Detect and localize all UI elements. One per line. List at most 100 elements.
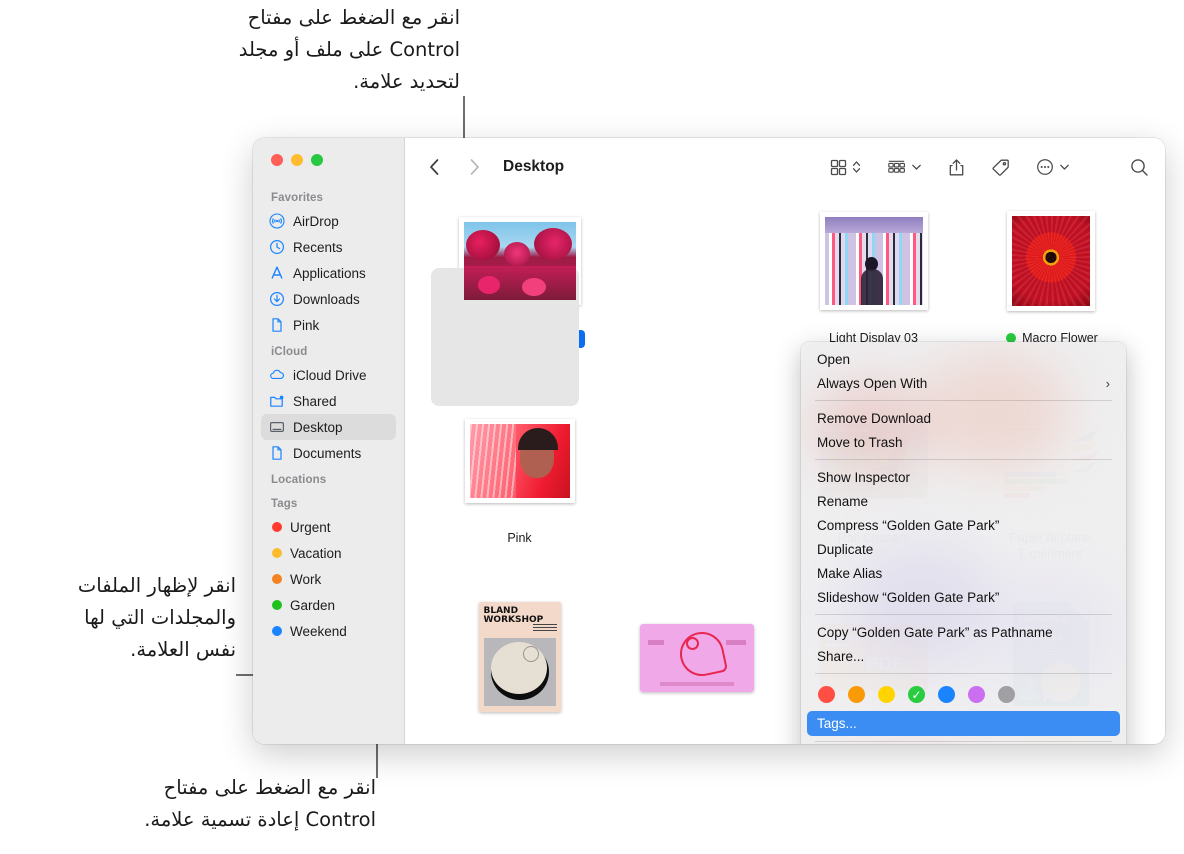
thumbnail-wrap: BLAND WORKSHOP <box>478 602 561 720</box>
sidebar-item-label: Shared <box>293 393 337 409</box>
more-chevron-icon[interactable] <box>1059 162 1070 172</box>
thumbnail[interactable] <box>464 419 575 503</box>
tag-color-purple[interactable] <box>968 686 985 703</box>
file-label[interactable]: Pink <box>507 530 531 546</box>
appstore-icon <box>269 265 285 281</box>
tag-color-orange[interactable] <box>848 686 865 703</box>
window-controls[interactable] <box>271 154 323 166</box>
search-button[interactable] <box>1130 158 1149 177</box>
sidebar-item-label: AirDrop <box>293 213 339 229</box>
sidebar-item-tag-vacation[interactable]: Vacation <box>261 540 396 566</box>
menu-item-show-inspector[interactable]: Show Inspector <box>801 465 1126 489</box>
group-by-icon[interactable] <box>887 159 906 176</box>
thumbnail[interactable] <box>819 212 928 310</box>
clock-icon <box>269 239 285 255</box>
menu-item-label: Compress “Golden Gate Park” <box>817 517 1000 533</box>
finder-window: Favorites AirDrop Recents Applications D… <box>253 138 1165 744</box>
tag-color-green[interactable] <box>908 686 925 703</box>
sidebar-group-favorites-title: Favorites <box>271 192 324 204</box>
chevron-right-icon: › <box>1105 375 1110 391</box>
callout-left-text: انقر لإظهار الملفات والمجلدات التي لها ن… <box>77 574 236 661</box>
minimize-button[interactable] <box>291 154 303 166</box>
thumbnail-wrap <box>819 202 928 320</box>
file-item-hidden-2[interactable] <box>622 402 772 602</box>
sidebar-item-tag-urgent[interactable]: Urgent <box>261 514 396 540</box>
menu-item-remove-download[interactable]: Remove Download <box>801 406 1126 430</box>
tag-button[interactable] <box>991 158 1010 177</box>
tag-color-gray[interactable] <box>998 686 1015 703</box>
view-chevron-icon[interactable] <box>852 159 861 175</box>
more-actions-control[interactable] <box>1036 158 1070 176</box>
menu-item-label: Make Alias <box>817 565 883 581</box>
sidebar-item-label: Recents <box>293 239 343 255</box>
forward-button[interactable] <box>461 154 487 180</box>
menu-item-move-to-trash[interactable]: Move to Trash <box>801 430 1126 454</box>
menu-item-compress[interactable]: Compress “Golden Gate Park” <box>801 513 1126 537</box>
share-icon[interactable] <box>948 158 965 177</box>
tag-dot-blue-icon <box>272 626 282 636</box>
view-mode-control[interactable] <box>830 159 861 176</box>
sidebar-item-desktop[interactable]: Desktop <box>261 414 396 440</box>
menu-item-make-alias[interactable]: Make Alias <box>801 561 1126 585</box>
file-item-pink[interactable]: Pink <box>445 402 595 602</box>
sidebar-item-airdrop[interactable]: AirDrop <box>261 208 396 234</box>
back-button[interactable] <box>421 154 447 180</box>
tag-color-yellow[interactable] <box>878 686 895 703</box>
context-menu[interactable]: Open Always Open With › Remove Download … <box>801 342 1126 744</box>
sidebar-item-recents[interactable]: Recents <box>261 234 396 260</box>
flowers-art <box>463 222 576 300</box>
menu-item-share[interactable]: Share... <box>801 644 1126 668</box>
sidebar-item-tag-weekend[interactable]: Weekend <box>261 618 396 644</box>
menu-item-slideshow[interactable]: Slideshow “Golden Gate Park” <box>801 585 1126 609</box>
menu-item-rename[interactable]: Rename <box>801 489 1126 513</box>
group-by-control[interactable] <box>887 159 922 176</box>
thumbnail-wrap <box>1006 202 1095 320</box>
thumbnail[interactable]: BLAND WORKSHOP <box>478 602 561 712</box>
file-item-hidden-1[interactable] <box>622 202 772 402</box>
sidebar-item-label: Garden <box>290 597 336 613</box>
tag-color-blue[interactable] <box>938 686 955 703</box>
sidebar-item-applications[interactable]: Applications <box>261 260 396 286</box>
file-item-pink-card[interactable] <box>622 602 772 744</box>
share-button[interactable] <box>948 158 965 177</box>
sidebar-item-label: Vacation <box>290 545 342 561</box>
sidebar-item-tag-work[interactable]: Work <box>261 566 396 592</box>
thumbnail[interactable] <box>458 217 581 305</box>
thumbnail[interactable] <box>1006 211 1095 311</box>
tag-color-red[interactable] <box>818 686 835 703</box>
menu-item-label: Duplicate <box>817 541 874 557</box>
tag-color-row[interactable] <box>801 679 1126 711</box>
desktop-icon <box>269 419 285 435</box>
more-actions-icon[interactable] <box>1036 158 1054 176</box>
sidebar-item-label: Weekend <box>290 623 347 639</box>
sidebar-item-icloud-drive[interactable]: iCloud Drive <box>261 362 396 388</box>
menu-item-open[interactable]: Open <box>801 347 1126 371</box>
sidebar-item-pink[interactable]: Pink <box>261 312 396 338</box>
sidebar-item-downloads[interactable]: Downloads <box>261 286 396 312</box>
menu-item-tags[interactable]: Tags... <box>807 711 1120 736</box>
grid-view-icon[interactable] <box>830 159 847 176</box>
shared-folder-icon <box>269 393 285 409</box>
tag-icon[interactable] <box>991 158 1010 177</box>
cloud-icon <box>269 367 285 383</box>
sidebar-item-shared[interactable]: Shared <box>261 388 396 414</box>
menu-item-always-open-with[interactable]: Always Open With › <box>801 371 1126 395</box>
zoom-button[interactable] <box>311 154 323 166</box>
file-item-bland-workshop[interactable]: BLAND WORKSHOP <box>445 602 595 744</box>
search-icon[interactable] <box>1130 158 1149 177</box>
close-button[interactable] <box>271 154 283 166</box>
menu-item-copy-as-pathname[interactable]: Copy “Golden Gate Park” as Pathname <box>801 620 1126 644</box>
blandworkshop-art: BLAND WORKSHOP <box>478 602 561 712</box>
menu-item-label: Always Open With <box>817 375 928 391</box>
group-chevron-icon[interactable] <box>911 162 922 172</box>
sidebar-group-locations-title: Locations <box>271 474 327 486</box>
sidebar-item-label: Downloads <box>293 291 360 307</box>
menu-item-duplicate[interactable]: Duplicate <box>801 537 1126 561</box>
sidebar-item-tag-garden[interactable]: Garden <box>261 592 396 618</box>
menu-separator <box>815 459 1112 460</box>
sidebar-item-documents[interactable]: Documents <box>261 440 396 466</box>
tag-dot-orange-icon <box>272 574 282 584</box>
tag-dot-green-icon <box>272 600 282 610</box>
sidebar-item-label: Urgent <box>290 519 331 535</box>
thumbnail[interactable] <box>639 624 754 692</box>
